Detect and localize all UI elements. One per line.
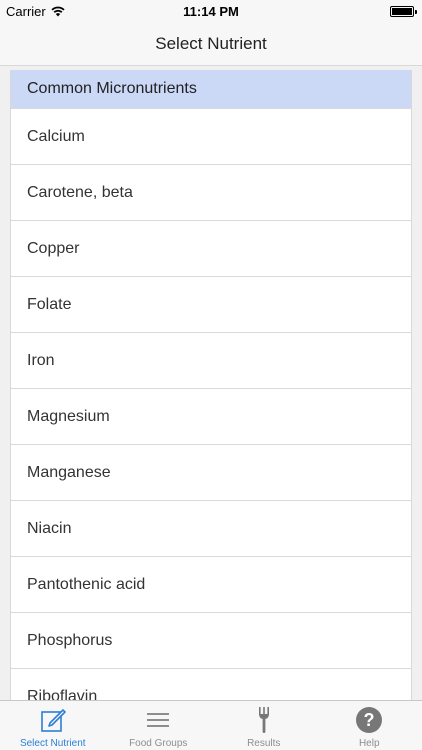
battery-icon (390, 6, 417, 17)
status-time: 11:14 PM (183, 4, 239, 19)
list-item[interactable]: Niacin (11, 500, 411, 556)
list-item[interactable]: Carotene, beta (11, 164, 411, 220)
menu-icon (143, 706, 173, 734)
edit-icon (38, 706, 68, 734)
list-item[interactable]: Riboflavin (11, 668, 411, 700)
help-icon: ? (354, 706, 384, 734)
list-item[interactable]: Phosphorus (11, 612, 411, 668)
section-header: Common Micronutrients (11, 70, 411, 108)
fork-icon (249, 706, 279, 734)
tab-label: Food Groups (129, 738, 188, 749)
list-item[interactable]: Pantothenic acid (11, 556, 411, 612)
tab-select-nutrient[interactable]: Select Nutrient (0, 701, 106, 750)
nutrient-list: Common Micronutrients Calcium Carotene, … (10, 70, 412, 700)
list-item[interactable]: Folate (11, 276, 411, 332)
list-item[interactable]: Magnesium (11, 388, 411, 444)
tab-results[interactable]: Results (211, 701, 317, 750)
status-bar: Carrier 11:14 PM (0, 0, 422, 22)
tab-food-groups[interactable]: Food Groups (106, 701, 212, 750)
list-item[interactable]: Copper (11, 220, 411, 276)
page-title: Select Nutrient (155, 34, 267, 53)
svg-text:?: ? (364, 710, 375, 730)
tab-label: Help (358, 738, 380, 749)
tab-label: Select Nutrient (19, 738, 86, 749)
tab-bar: Select Nutrient Food Groups Results ? He… (0, 700, 422, 750)
tab-help[interactable]: ? Help (317, 701, 422, 750)
list-item[interactable]: Calcium (11, 108, 411, 164)
list-item[interactable]: Iron (11, 332, 411, 388)
tab-label: Results (247, 738, 281, 749)
navigation-bar: Select Nutrient (0, 22, 422, 66)
list-item[interactable]: Manganese (11, 444, 411, 500)
nutrient-list-container[interactable]: Common Micronutrients Calcium Carotene, … (0, 66, 422, 700)
